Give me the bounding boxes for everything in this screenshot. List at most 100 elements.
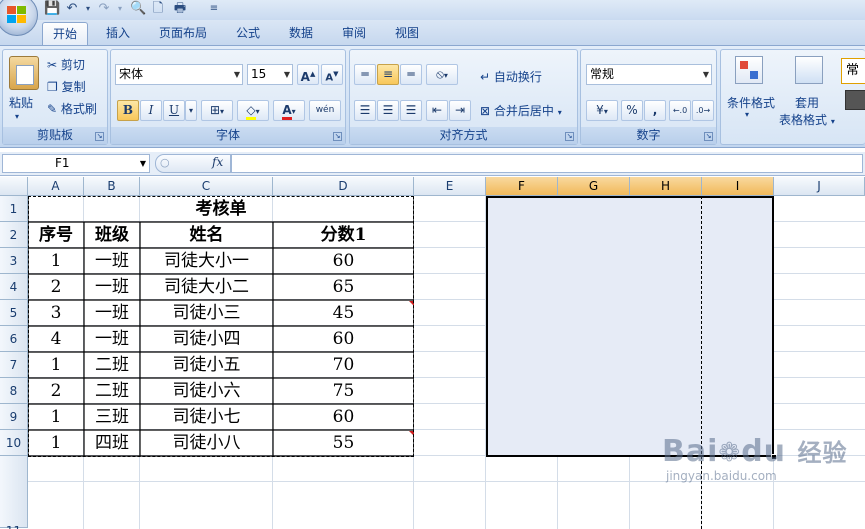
row-header-3[interactable]: 3 [0, 248, 28, 274]
formula-input[interactable] [231, 154, 863, 173]
align-top-button[interactable]: ═ [354, 64, 376, 85]
column-header-h[interactable]: H [630, 177, 702, 196]
column-header-d[interactable]: D [273, 177, 414, 196]
ribbon: 粘贴 ▾ ✂ 剪切 ❐ 复制 ✎ 格式刷 剪贴板 ↘ 宋体 ▼ 15 ▼ A▲ A▼… [0, 45, 865, 148]
wrap-text-icon: ↵ [480, 70, 491, 84]
undo-icon[interactable]: ↶ [64, 1, 80, 17]
formula-bar: F1 ▼ ○ fx [0, 152, 865, 176]
format-painter-button[interactable]: ✎ 格式刷 [47, 100, 97, 117]
align-bottom-button[interactable]: ═ [400, 64, 422, 85]
paste-dropdown-icon[interactable]: ▾ [15, 112, 19, 121]
row-header-10[interactable]: 10 [0, 430, 28, 456]
collapse-handle-icon[interactable]: ○ [160, 156, 170, 169]
number-format-combo[interactable]: 常规 ▼ [586, 64, 712, 85]
row-header-11[interactable]: 11 [0, 456, 28, 529]
column-header-b[interactable]: B [84, 177, 140, 196]
redo-dropdown-icon[interactable]: ▾ [112, 1, 128, 17]
font-group: 宋体 ▼ 15 ▼ A▲ A▼ B I U ▾ ⊞▾ ◇▾ A▾ wén 字体 ↘ [110, 49, 346, 145]
phonetic-button[interactable]: wén [309, 100, 341, 121]
tab-review[interactable]: 审阅 [334, 22, 374, 46]
orientation-icon: ⦸ [436, 67, 444, 81]
table-format-icon [795, 56, 823, 84]
insert-function-icon[interactable]: fx [212, 155, 223, 169]
row-header-9[interactable]: 9 [0, 404, 28, 430]
column-header-a[interactable]: A [28, 177, 84, 196]
table-format-button-line2[interactable]: 表格格式 ▾ [779, 111, 835, 128]
chevron-down-icon: ▼ [702, 70, 709, 79]
italic-button[interactable]: I [140, 100, 162, 121]
currency-icon: ¥ [596, 103, 604, 117]
column-header-e[interactable]: E [414, 177, 486, 196]
tab-insert[interactable]: 插入 [96, 22, 140, 46]
paint-bucket-icon: ◇ [246, 103, 256, 120]
chevron-down-icon[interactable]: ▼ [140, 155, 146, 172]
wrap-text-button[interactable]: ↵ 自动换行 [480, 68, 542, 85]
font-name-combo[interactable]: 宋体 ▼ [115, 64, 243, 85]
cell-style-check-icon[interactable] [845, 90, 865, 110]
comma-button[interactable]: , [644, 100, 666, 121]
undo-dropdown-icon[interactable]: ▾ [80, 1, 96, 17]
bold-button[interactable]: B [117, 100, 139, 121]
customize-icon[interactable]: ≡ [206, 1, 222, 17]
underline-dropdown-icon[interactable]: ▾ [185, 100, 197, 121]
column-header-j[interactable]: J [774, 177, 865, 196]
row-header-4[interactable]: 4 [0, 274, 28, 300]
font-color-icon: A [282, 103, 292, 120]
print-preview-icon[interactable]: 🔍 [130, 1, 146, 17]
percent-button[interactable]: % [621, 100, 643, 121]
align-center-button[interactable]: ☰ [377, 100, 399, 121]
row-header-8[interactable]: 8 [0, 378, 28, 404]
increase-decimal-button[interactable]: ←.0 [669, 100, 691, 121]
conditional-format-button[interactable]: 条件格式 [727, 94, 775, 111]
tab-page-layout[interactable]: 页面布局 [150, 22, 216, 46]
clipboard-launcher-icon[interactable]: ↘ [95, 132, 104, 141]
paste-button[interactable]: 粘贴 [9, 94, 33, 111]
conditional-dropdown-icon[interactable]: ▾ [745, 110, 749, 119]
align-middle-button[interactable]: ≡ [377, 64, 399, 85]
table-format-button[interactable]: 套用 [795, 94, 819, 111]
align-right-button[interactable]: ☰ [400, 100, 422, 121]
tab-home[interactable]: 开始 [42, 22, 88, 46]
column-header-c[interactable]: C [140, 177, 273, 196]
fill-color-button[interactable]: ◇▾ [237, 100, 269, 121]
decrease-decimal-button[interactable]: .0→ [692, 100, 714, 121]
name-box[interactable]: F1 ▼ [2, 154, 150, 173]
font-size-combo[interactable]: 15 ▼ [247, 64, 293, 85]
tab-view[interactable]: 视图 [386, 22, 428, 46]
orientation-button[interactable]: ⦸▾ [426, 64, 458, 85]
row-header-7[interactable]: 7 [0, 352, 28, 378]
tab-data[interactable]: 数据 [280, 22, 322, 46]
cut-button[interactable]: ✂ 剪切 [47, 56, 85, 73]
row-header-1[interactable]: 1 [0, 196, 28, 222]
column-header-f[interactable]: F [486, 177, 558, 196]
column-header-g[interactable]: G [558, 177, 630, 196]
select-all-corner[interactable] [0, 177, 28, 196]
copy-button[interactable]: ❐ 复制 [47, 78, 86, 95]
increase-indent-button[interactable]: ⇥ [449, 100, 471, 121]
tab-formulas[interactable]: 公式 [228, 22, 268, 46]
accounting-format-button[interactable]: ¥▾ [586, 100, 618, 121]
new-icon[interactable]: 🗋 [150, 1, 166, 17]
paste-icon[interactable] [9, 56, 39, 90]
grow-font-button[interactable]: A▲ [297, 64, 319, 85]
column-header-i[interactable]: I [702, 177, 774, 196]
font-color-button[interactable]: A▾ [273, 100, 305, 121]
row-header-2[interactable]: 2 [0, 222, 28, 248]
shrink-font-button[interactable]: A▼ [321, 64, 343, 85]
row-header-5[interactable]: 5 [0, 300, 28, 326]
selected-range[interactable] [486, 196, 774, 457]
underline-button[interactable]: U [163, 100, 185, 121]
number-launcher-icon[interactable]: ↘ [704, 132, 713, 141]
font-launcher-icon[interactable]: ↘ [333, 132, 342, 141]
quick-print-icon[interactable]: 🖶 [172, 1, 188, 17]
row-header-6[interactable]: 6 [0, 326, 28, 352]
cell-style-normal[interactable]: 常 [841, 58, 865, 84]
paw-icon: ❁ [718, 438, 742, 468]
merge-center-button[interactable]: ⊠ 合并后居中 ▾ [480, 102, 562, 119]
redo-icon[interactable]: ↷ [96, 1, 112, 17]
decrease-indent-button[interactable]: ⇤ [426, 100, 448, 121]
save-icon[interactable]: 💾 [44, 1, 60, 17]
alignment-launcher-icon[interactable]: ↘ [565, 132, 574, 141]
align-left-button[interactable]: ☰ [354, 100, 376, 121]
borders-button[interactable]: ⊞▾ [201, 100, 233, 121]
